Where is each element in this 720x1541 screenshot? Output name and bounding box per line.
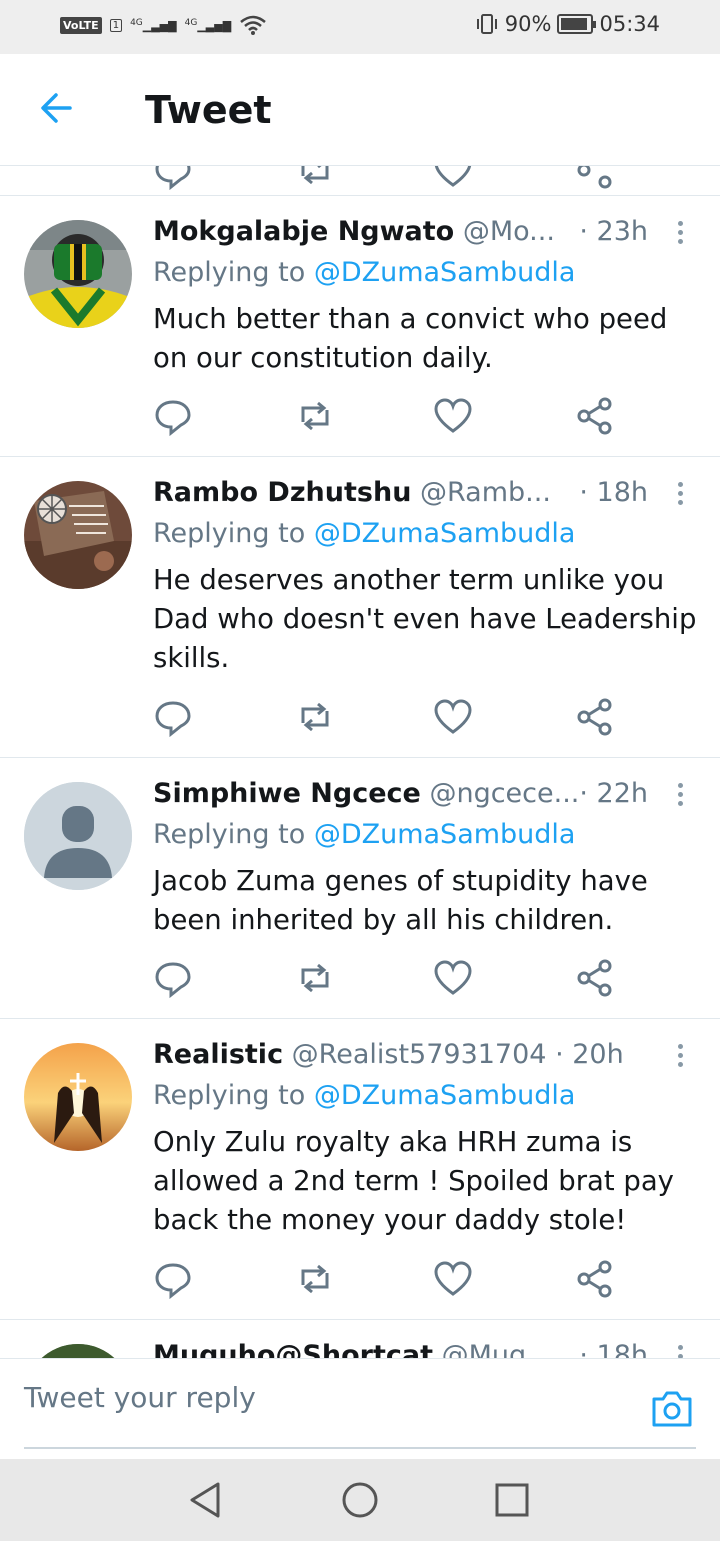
share-icon[interactable]: [575, 958, 615, 998]
share-icon[interactable]: [575, 166, 615, 190]
status-right: 90% 05:34: [475, 12, 660, 36]
tweet-time: · 18h: [579, 1340, 648, 1358]
avatar[interactable]: [24, 481, 132, 589]
heart-icon[interactable]: [433, 1259, 473, 1299]
tweet-time: · 18h: [579, 477, 648, 508]
signal-2-icon: 4G▁▃▅▇: [184, 17, 232, 33]
tweet-text: He deserves another term unlike you Dad …: [153, 564, 697, 674]
retweet-icon[interactable]: [295, 697, 335, 737]
reply-icon[interactable]: [153, 697, 193, 737]
page-title: Tweet: [145, 88, 272, 132]
battery-icon: [557, 14, 597, 34]
tweet-item[interactable]: Muguho@Shortcat @Mug... · 18h: [0, 1320, 720, 1358]
reply-icon[interactable]: [153, 1259, 193, 1299]
reply-icon[interactable]: [153, 958, 193, 998]
retweet-icon[interactable]: [295, 396, 335, 436]
tweet-text: Much better than a convict who peed on o…: [153, 303, 668, 374]
volte-badge: VoLTE: [60, 16, 102, 34]
previous-tweet-actions: [0, 166, 720, 196]
display-name[interactable]: Mokgalabje Ngwato: [153, 216, 454, 247]
circle-home-icon[interactable]: [340, 1480, 380, 1520]
tweet-header: Simphiwe Ngcece @ngcece... · 22h: [153, 778, 693, 814]
sim-indicator: 1: [109, 18, 123, 32]
tweet-header: Muguho@Shortcat @Mug... · 18h: [153, 1340, 693, 1358]
more-options-icon[interactable]: [672, 479, 688, 509]
arrow-left-icon[interactable]: [36, 88, 76, 128]
tweet-item[interactable]: Rambo Dzhutshu @Ramb... · 18h Replying t…: [0, 457, 720, 758]
square-recents-icon[interactable]: [492, 1480, 532, 1520]
tweet-text: Only Zulu royalty aka HRH zuma is allowe…: [153, 1126, 674, 1236]
mention-link[interactable]: @DZumaSambudla: [314, 1080, 576, 1111]
wifi-icon: [240, 15, 266, 35]
app-header: Tweet: [0, 54, 720, 166]
system-nav-bar: [0, 1459, 720, 1541]
user-handle[interactable]: @ngcece...: [429, 778, 579, 809]
user-handle[interactable]: @Mug...: [442, 1340, 552, 1358]
reply-composer: Tweet your reply: [0, 1358, 720, 1459]
heart-icon[interactable]: [433, 697, 473, 737]
replying-to: Replying to @DZumaSambudla: [153, 257, 576, 288]
more-options-icon[interactable]: [672, 218, 688, 248]
display-name[interactable]: Simphiwe Ngcece: [153, 778, 421, 809]
heart-icon[interactable]: [433, 166, 473, 190]
tweet-actions: [153, 1259, 623, 1299]
replying-to: Replying to @DZumaSambudla: [153, 518, 576, 549]
triangle-back-icon[interactable]: [186, 1480, 226, 1520]
display-name[interactable]: Rambo Dzhutshu: [153, 477, 411, 508]
tweet-time: · 20h: [555, 1039, 624, 1070]
user-handle[interactable]: @Realist57931704: [292, 1039, 547, 1070]
retweet-icon[interactable]: [295, 958, 335, 998]
more-options-icon[interactable]: [672, 1041, 688, 1071]
tweet-item[interactable]: Mokgalabje Ngwato @Mo... · 23h Replying …: [0, 196, 720, 457]
user-handle[interactable]: @Mo...: [463, 216, 555, 247]
tweet-actions: [153, 958, 623, 998]
input-underline: [24, 1447, 696, 1449]
tweet-header: Mokgalabje Ngwato @Mo... · 23h: [153, 216, 693, 252]
share-icon[interactable]: [575, 697, 615, 737]
tweet-header: Realistic @Realist57931704 · 20h: [153, 1039, 693, 1075]
heart-icon[interactable]: [433, 396, 473, 436]
mention-link[interactable]: @DZumaSambudla: [314, 819, 576, 850]
avatar[interactable]: [24, 782, 132, 890]
display-name[interactable]: Realistic: [153, 1039, 283, 1070]
heart-icon[interactable]: [433, 958, 473, 998]
signal-1-icon: 4G▁▃▅▇: [130, 17, 177, 33]
replying-to: Replying to @DZumaSambudla: [153, 1080, 576, 1111]
user-handle[interactable]: @Ramb...: [420, 477, 551, 508]
mention-link[interactable]: @DZumaSambudla: [314, 518, 576, 549]
tweet-text: Jacob Zuma genes of stupidity have been …: [153, 865, 648, 936]
share-icon[interactable]: [575, 396, 615, 436]
reply-icon[interactable]: [153, 396, 193, 436]
tweet-item[interactable]: Realistic @Realist57931704 · 20h Replyin…: [0, 1019, 720, 1320]
reply-input[interactable]: Tweet your reply: [24, 1381, 256, 1414]
tweet-header: Rambo Dzhutshu @Ramb... · 18h: [153, 477, 693, 513]
clock: 05:34: [599, 12, 660, 36]
avatar[interactable]: [24, 1043, 132, 1151]
camera-icon[interactable]: [650, 1389, 694, 1429]
tweet-actions: [153, 697, 623, 737]
retweet-icon[interactable]: [295, 166, 335, 190]
tweet-item[interactable]: Simphiwe Ngcece @ngcece... · 22h Replyin…: [0, 758, 720, 1019]
reply-feed[interactable]: Mokgalabje Ngwato @Mo... · 23h Replying …: [0, 166, 720, 1358]
retweet-icon[interactable]: [295, 1259, 335, 1299]
reply-icon[interactable]: [153, 166, 193, 190]
replying-to: Replying to @DZumaSambudla: [153, 819, 576, 850]
vibrate-icon: [476, 14, 497, 34]
avatar[interactable]: [24, 1344, 132, 1358]
tweet-time: · 22h: [579, 778, 648, 809]
more-options-icon[interactable]: [672, 780, 688, 810]
status-bar: VoLTE 1 4G▁▃▅▇ 4G▁▃▅▇ 90% 05:34: [0, 0, 720, 54]
display-name[interactable]: Muguho@Shortcat: [153, 1340, 433, 1358]
avatar[interactable]: [24, 220, 132, 328]
mention-link[interactable]: @DZumaSambudla: [314, 257, 576, 288]
more-options-icon[interactable]: [672, 1342, 688, 1358]
share-icon[interactable]: [575, 1259, 615, 1299]
status-left: VoLTE 1 4G▁▃▅▇ 4G▁▃▅▇: [60, 14, 267, 36]
battery-percent: 90%: [504, 12, 552, 36]
tweet-time: · 23h: [579, 216, 648, 247]
tweet-actions: [153, 396, 623, 436]
